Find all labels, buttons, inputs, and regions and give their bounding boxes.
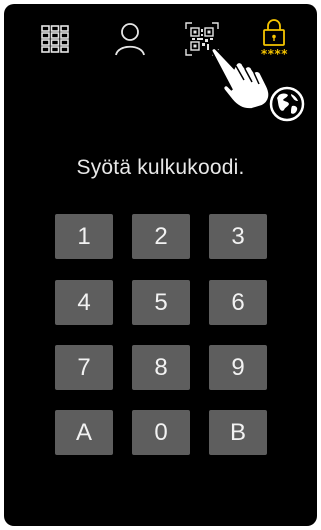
top-nav: **** xyxy=(4,4,317,122)
key-6[interactable]: 6 xyxy=(209,280,267,325)
key-9[interactable]: 9 xyxy=(209,345,267,390)
key-a[interactable]: A xyxy=(55,410,113,455)
user-icon xyxy=(115,23,145,56)
key-1[interactable]: 1 xyxy=(55,214,113,259)
access-code-prompt: Syötä kulkukoodi. xyxy=(76,156,245,179)
key-8[interactable]: 8 xyxy=(132,345,190,390)
globe-icon[interactable] xyxy=(269,86,305,122)
key-3[interactable]: 3 xyxy=(209,214,267,259)
key-2[interactable]: 2 xyxy=(132,214,190,259)
tab-keypad[interactable] xyxy=(30,14,80,64)
app-screen: **** Syötä kulkukoodi. 1 2 3 4 5 6 7 8 9… xyxy=(4,4,317,526)
key-4[interactable]: 4 xyxy=(55,280,113,325)
keypad-grid-icon xyxy=(41,25,69,53)
key-7[interactable]: 7 xyxy=(55,345,113,390)
key-b[interactable]: B xyxy=(209,410,267,455)
key-0[interactable]: 0 xyxy=(132,410,190,455)
tab-user[interactable] xyxy=(105,14,155,64)
key-5[interactable]: 5 xyxy=(132,280,190,325)
